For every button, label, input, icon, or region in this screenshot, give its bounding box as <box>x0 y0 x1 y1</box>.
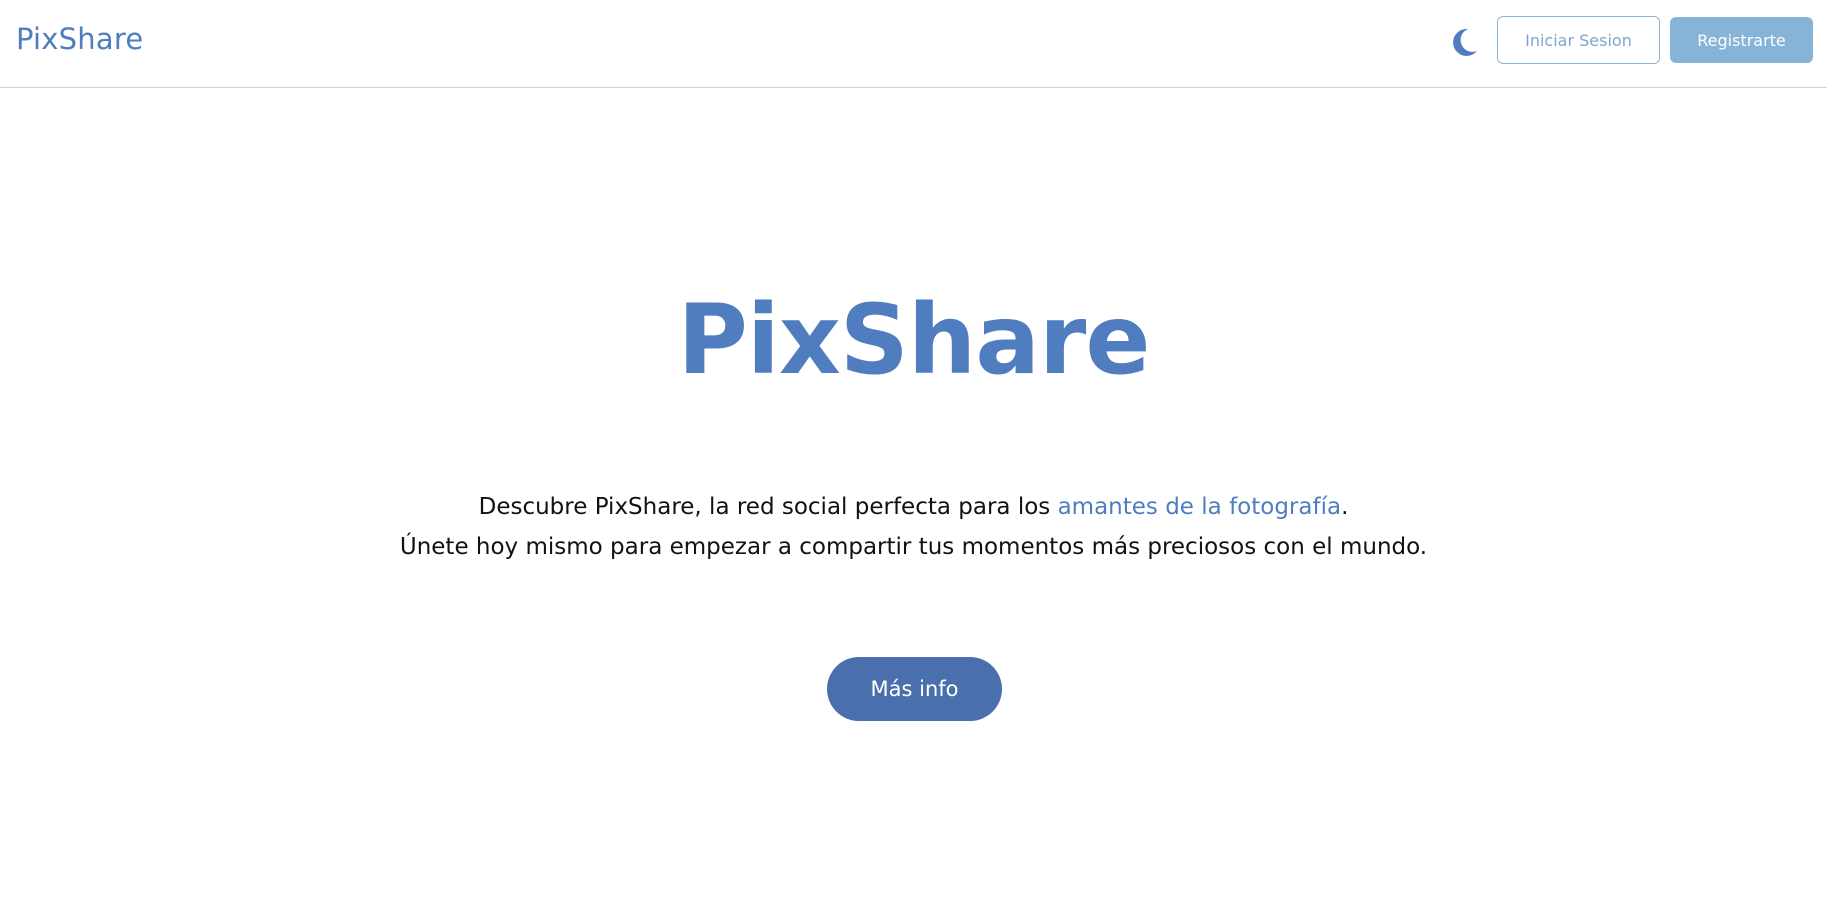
register-button[interactable]: Registrarte <box>1670 17 1813 63</box>
login-button[interactable]: Iniciar Sesion <box>1497 16 1660 64</box>
navbar: PixShare Iniciar Sesion Registrarte <box>0 0 1827 88</box>
hero-line-2: Únete hoy mismo para empezar a compartir… <box>399 534 1428 560</box>
more-info-button[interactable]: Más info <box>827 657 1002 721</box>
moon-icon[interactable] <box>1446 24 1482 60</box>
hero-line-1: Descubre PixShare, la red social perfect… <box>0 487 1827 527</box>
hero-highlight: amantes de la fotografía <box>1057 494 1342 520</box>
hero-description: Descubre PixShare, la red social perfect… <box>0 487 1827 567</box>
hero-line-1-suffix: . <box>1341 494 1349 520</box>
hero-title: PixShare <box>677 284 1151 396</box>
brand-logo[interactable]: PixShare <box>16 22 143 56</box>
hero-line-1-prefix: Descubre PixShare, la red social perfect… <box>478 494 1058 520</box>
